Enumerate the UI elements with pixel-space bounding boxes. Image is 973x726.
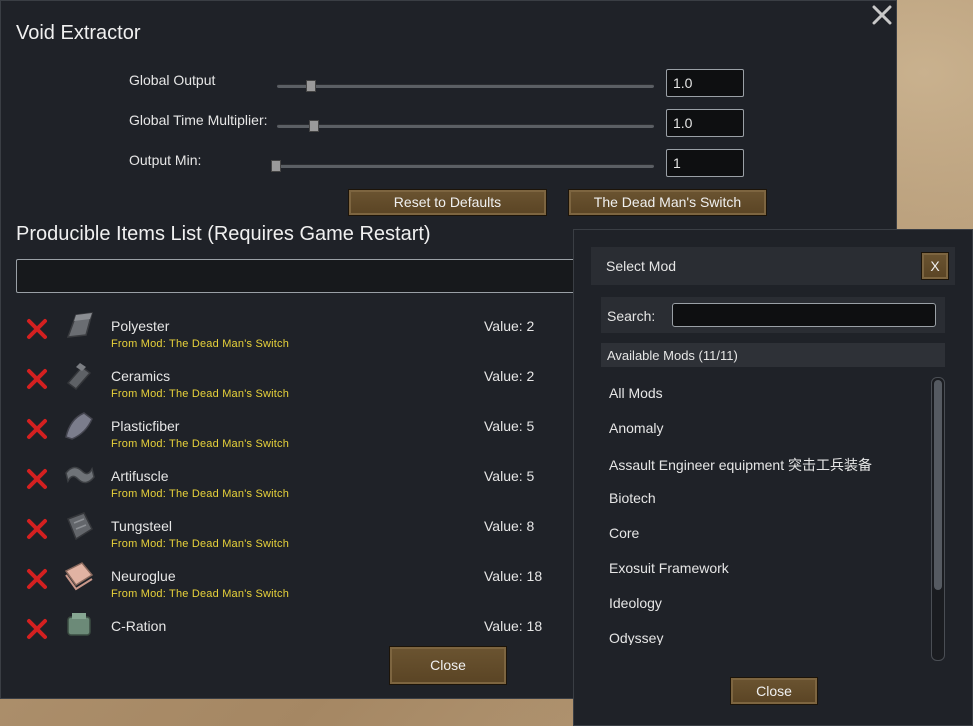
available-mods-count: Available Mods (11/11) (607, 348, 738, 363)
item-name: Neuroglue (111, 568, 176, 584)
mod-item-odyssey[interactable]: Odyssey (609, 630, 663, 645)
remove-icon[interactable] (25, 367, 49, 391)
global-output-multiplier-label: Global Output Multiplier: (129, 72, 216, 90)
slider-thumb[interactable] (306, 80, 316, 92)
mod-item-exosuit-framework[interactable]: Exosuit Framework (609, 560, 729, 576)
select-mod-header: Select Mod X (591, 247, 955, 285)
global-time-multiplier-input[interactable]: 1.0 (666, 109, 744, 137)
output-min-input[interactable]: 1 (666, 149, 744, 177)
slider-track (277, 124, 654, 128)
remove-icon[interactable] (25, 317, 49, 341)
dead-mans-switch-button[interactable]: The Dead Man's Switch (568, 189, 767, 216)
item-value: Value: 5 (484, 468, 535, 484)
output-min-slider[interactable] (271, 159, 654, 172)
remove-icon[interactable] (25, 467, 49, 491)
item-mod-source: From Mod: The Dead Man's Switch (111, 388, 290, 400)
reset-to-defaults-button[interactable]: Reset to Defaults (348, 189, 547, 216)
item-mod-source: From Mod: The Dead Man's Switch (111, 588, 290, 600)
list-item: Plasticfiber From Mod: The Dead Man's Sw… (25, 412, 565, 459)
close-icon[interactable] (870, 3, 894, 27)
mod-search-label: Search: (607, 308, 656, 324)
item-value: Value: 18 (484, 618, 543, 634)
item-name: Tungsteel (111, 518, 172, 534)
mod-list: All Mods Anomaly Assault Engineer equipm… (601, 375, 931, 645)
select-mod-title: Select Mod (606, 258, 677, 274)
select-mod-dialog: Select Mod X Search: Available Mods (11/… (573, 229, 973, 726)
c-ration-icon (62, 609, 96, 643)
slider-thumb[interactable] (309, 120, 319, 132)
list-item: Neuroglue From Mod: The Dead Man's Switc… (25, 562, 565, 609)
item-name: C-Ration (111, 618, 167, 634)
neuroglue-icon (62, 559, 96, 593)
mod-item-all-mods[interactable]: All Mods (609, 385, 663, 401)
select-mod-close-button[interactable]: Close (730, 677, 818, 705)
item-name: Plasticfiber (111, 418, 180, 434)
global-time-multiplier-slider[interactable] (277, 119, 654, 132)
item-value: Value: 18 (484, 568, 543, 584)
mod-item-biotech[interactable]: Biotech (609, 490, 656, 506)
tungsteel-icon (62, 509, 96, 543)
mod-item-assault-engineer[interactable]: Assault Engineer equipment 突击工兵装备 (609, 455, 872, 475)
item-value: Value: 2 (484, 368, 535, 384)
item-mod-source: From Mod: The Dead Man's Switch (111, 538, 290, 550)
item-value: Value: 2 (484, 318, 535, 334)
mod-item-ideology[interactable]: Ideology (609, 595, 662, 611)
output-min-label: Output Min: (129, 152, 202, 168)
producible-items-title: Producible Items List (Requires Game Res… (16, 223, 431, 245)
list-item: Artifuscle From Mod: The Dead Man's Swit… (25, 463, 565, 509)
global-time-multiplier-label: Global Time Multiplier: (129, 112, 268, 128)
plasticfiber-icon (62, 409, 96, 443)
remove-icon[interactable] (25, 617, 49, 641)
scrollbar-thumb[interactable] (934, 380, 942, 590)
item-name: Artifuscle (111, 468, 169, 484)
item-name: Ceramics (111, 368, 171, 384)
list-item: Ceramics From Mod: The Dead Man's Switch… (25, 363, 565, 409)
list-item: Polyester From Mod: The Dead Man's Switc… (25, 312, 565, 359)
item-mod-source: From Mod: The Dead Man's Switch (111, 438, 290, 450)
remove-icon[interactable] (25, 517, 49, 541)
select-mod-close-x-button[interactable]: X (921, 252, 949, 280)
artifuscle-icon (62, 459, 96, 493)
item-mod-source: From Mod: The Dead Man's Switch (111, 338, 290, 350)
remove-icon[interactable] (25, 567, 49, 591)
item-mod-source: From Mod: The Dead Man's Switch (111, 488, 290, 500)
mod-search-row: Search: (601, 297, 945, 333)
slider-track (277, 84, 654, 88)
slider-track (277, 164, 654, 168)
window-title: Void Extractor (16, 22, 141, 44)
remove-icon[interactable] (25, 417, 49, 441)
mod-item-core[interactable]: Core (609, 525, 639, 541)
items-search-input[interactable] (16, 259, 596, 293)
item-name: Polyester (111, 318, 170, 334)
mod-list-scrollbar[interactable] (931, 377, 945, 661)
global-output-multiplier-slider[interactable] (277, 79, 654, 92)
available-mods-header: Available Mods (11/11) (601, 343, 945, 367)
close-button[interactable]: Close (389, 646, 507, 685)
slider-thumb[interactable] (271, 160, 281, 172)
item-value: Value: 8 (484, 518, 535, 534)
mod-item-anomaly[interactable]: Anomaly (609, 420, 663, 436)
ceramics-icon (62, 359, 96, 393)
polyester-icon (62, 309, 96, 343)
item-value: Value: 5 (484, 418, 535, 434)
list-item: Tungsteel From Mod: The Dead Man's Switc… (25, 512, 565, 559)
mod-search-input[interactable] (672, 303, 936, 327)
global-output-multiplier-input[interactable]: 1.0 (666, 69, 744, 97)
